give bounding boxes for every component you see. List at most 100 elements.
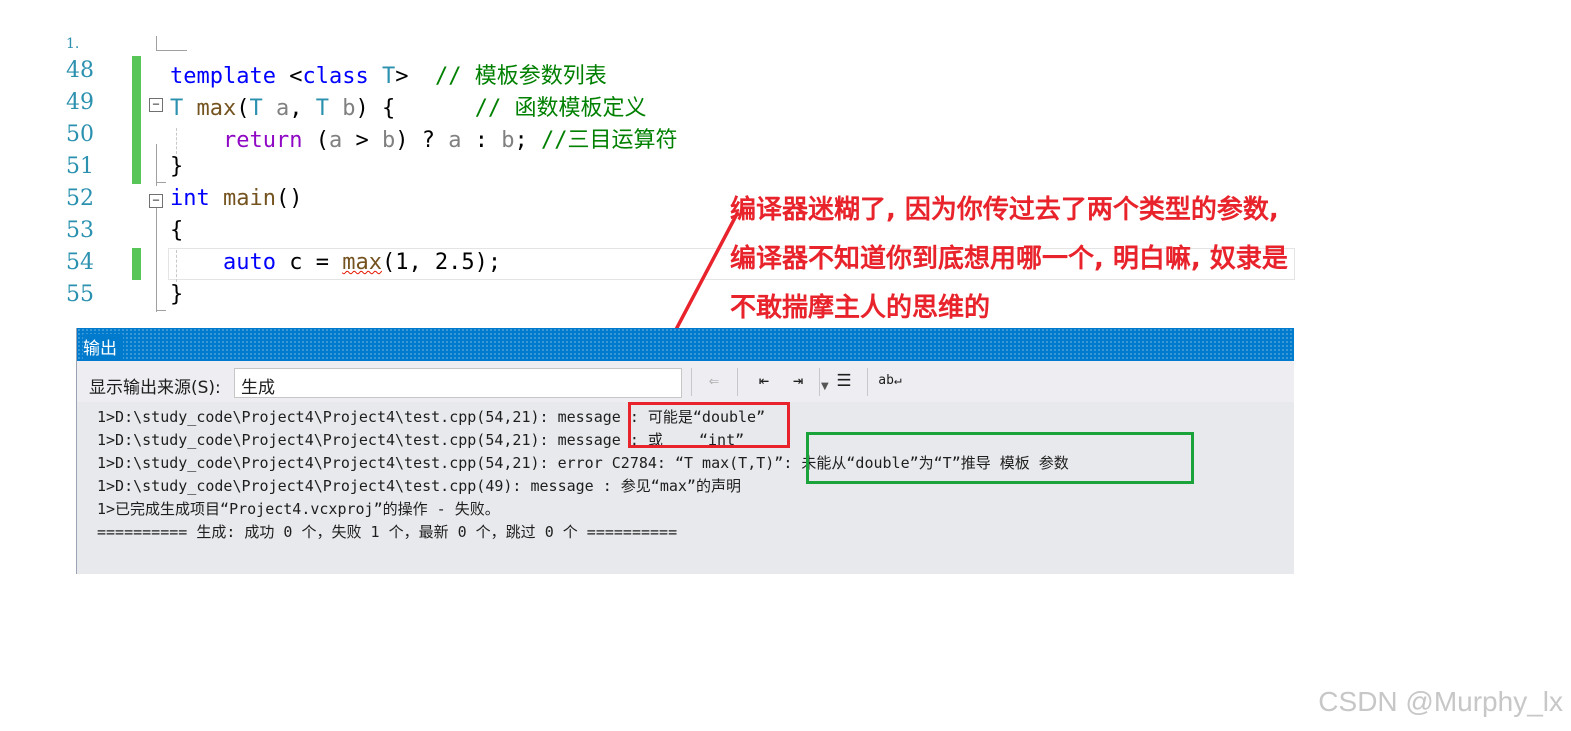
line-47-cut: 1. [66, 36, 80, 52]
code-text: { [170, 218, 183, 243]
code-token: < [275, 64, 303, 89]
indent-guide-main [176, 250, 177, 282]
source-label: 显示输出来源(S): [89, 378, 221, 398]
code-token: , [289, 96, 316, 121]
code-token: T [315, 96, 329, 121]
code-token: b [329, 96, 356, 121]
code-token: max [196, 96, 237, 121]
code-text: int main() [170, 186, 302, 211]
code-token: int [170, 186, 210, 211]
code-token: (1, 2.5); [381, 250, 502, 275]
code-token: ) { [355, 96, 475, 121]
source-select[interactable]: 生成 ▼ [234, 368, 829, 398]
indent-guide-max [176, 128, 177, 154]
output-line: 1>D:\study_code\Project4\Project4\test.c… [97, 477, 741, 495]
highlight-box-error [806, 432, 1194, 484]
line-number: 52 [66, 186, 94, 211]
code-token: > [395, 64, 435, 89]
close-brace-tick-51 [156, 182, 166, 183]
line-number: 51 [66, 154, 94, 179]
output-line: ========== 生成: 成功 0 个，失败 1 个，最新 0 个，跳过 0… [97, 523, 678, 541]
code-token: max [342, 250, 382, 275]
change-bar [132, 88, 141, 120]
code-token: > [342, 128, 382, 153]
code-line-49[interactable]: 49 T max(T a, T b) { // 函数模板定义 [0, 88, 1300, 122]
code-token: T [249, 96, 263, 121]
output-toolbar: 显示输出来源(S): 生成 ▼ ⇐ ⇤ ⇥ ☰ ab↵ [77, 362, 1294, 402]
code-token: template [170, 64, 276, 89]
toolbar-separator [737, 368, 738, 396]
cut-brace [156, 36, 187, 51]
code-token: //三目运算符 [540, 128, 678, 153]
next-message-icon[interactable]: ⇥ [785, 368, 811, 394]
code-token: T [170, 96, 184, 121]
annotation-line: 编译器迷糊了, 因为你传过去了两个类型的参数, [730, 195, 1279, 225]
annotation-line: 不敢揣摩主人的思维的 [730, 293, 991, 323]
toolbar-separator [819, 368, 820, 396]
annotation-text: 编译器迷糊了, 因为你传过去了两个类型的参数, 编译器不知道你到底想用哪一个, … [730, 186, 1370, 333]
line-number: 50 [66, 122, 94, 147]
code-line-48[interactable]: 48 template <class T> // 模板参数列表 [0, 56, 1300, 90]
code-token: ( [236, 96, 250, 121]
code-token: } [170, 154, 184, 179]
source-select-value: 生成 [241, 378, 275, 398]
code-token: return [222, 128, 303, 153]
collapse-icon-49[interactable]: − [149, 98, 163, 112]
code-token: a [262, 96, 290, 121]
close-brace-tick-55 [156, 310, 166, 311]
fold-guide-max [156, 144, 157, 186]
code-token: b [381, 128, 396, 153]
code-token: () [275, 186, 303, 211]
highlight-box-candidates [628, 402, 790, 448]
code-token: auto [222, 250, 276, 275]
code-token: a [328, 128, 343, 153]
code-token: ) ? [395, 128, 449, 153]
annotation-line: 编译器不知道你到底想用哪一个, 明白嘛, 奴隶是 [730, 244, 1288, 274]
code-text: auto c = max(1, 2.5); [170, 250, 501, 275]
code-token: ( [302, 128, 329, 153]
code-token: { [170, 218, 184, 243]
toolbar-separator [867, 368, 868, 396]
code-token: c = [275, 250, 343, 275]
change-bar [132, 152, 141, 184]
code-text: template <class T> // 模板参数列表 [170, 58, 607, 90]
clear-all-icon[interactable]: ☰ [831, 368, 857, 394]
output-panel-title: 输出 [83, 334, 123, 359]
change-bar [132, 248, 141, 280]
code-text: } [170, 154, 183, 179]
code-text: T max(T a, T b) { // 函数模板定义 [170, 90, 646, 122]
go-to-previous-message-icon[interactable]: ⇐ [701, 368, 727, 394]
line-number: 49 [66, 90, 94, 115]
toggle-word-wrap-icon[interactable]: ab↵ [877, 368, 903, 394]
output-line: 1>已完成生成项目“Project4.vcxproj”的操作 - 失败。 [97, 500, 500, 518]
code-token: // 模板参数列表 [434, 64, 607, 89]
previous-message-icon[interactable]: ⇤ [751, 368, 777, 394]
code-token: T [368, 64, 396, 89]
code-token: } [170, 282, 184, 307]
code-token: ; [514, 128, 541, 153]
code-line-50[interactable]: 50 return (a > b) ? a : b; //三目运算符 [0, 120, 1300, 154]
line-number: 53 [66, 218, 94, 243]
collapse-icon-52[interactable]: − [149, 194, 163, 208]
code-text: } [170, 282, 183, 307]
watermark: CSDN @Murphy_lx [1318, 686, 1563, 717]
code-token: class [302, 64, 369, 89]
code-token: a [448, 128, 462, 153]
code-token: : [461, 128, 502, 153]
fold-guide-main [156, 208, 157, 312]
code-token: b [501, 128, 515, 153]
toolbar-separator [691, 368, 692, 396]
code-token: main [223, 186, 276, 211]
line-number: 48 [66, 58, 94, 83]
code-line-51[interactable]: 51} [0, 152, 1300, 184]
code-token: // 函数模板定义 [474, 96, 647, 121]
change-bar [132, 120, 141, 152]
chevron-down-icon[interactable]: ▼ [821, 381, 829, 392]
output-panel-title-bar[interactable]: 输出 [77, 328, 1294, 361]
change-bar [132, 56, 141, 88]
code-text: return (a > b) ? a : b; //三目运算符 [170, 122, 677, 154]
